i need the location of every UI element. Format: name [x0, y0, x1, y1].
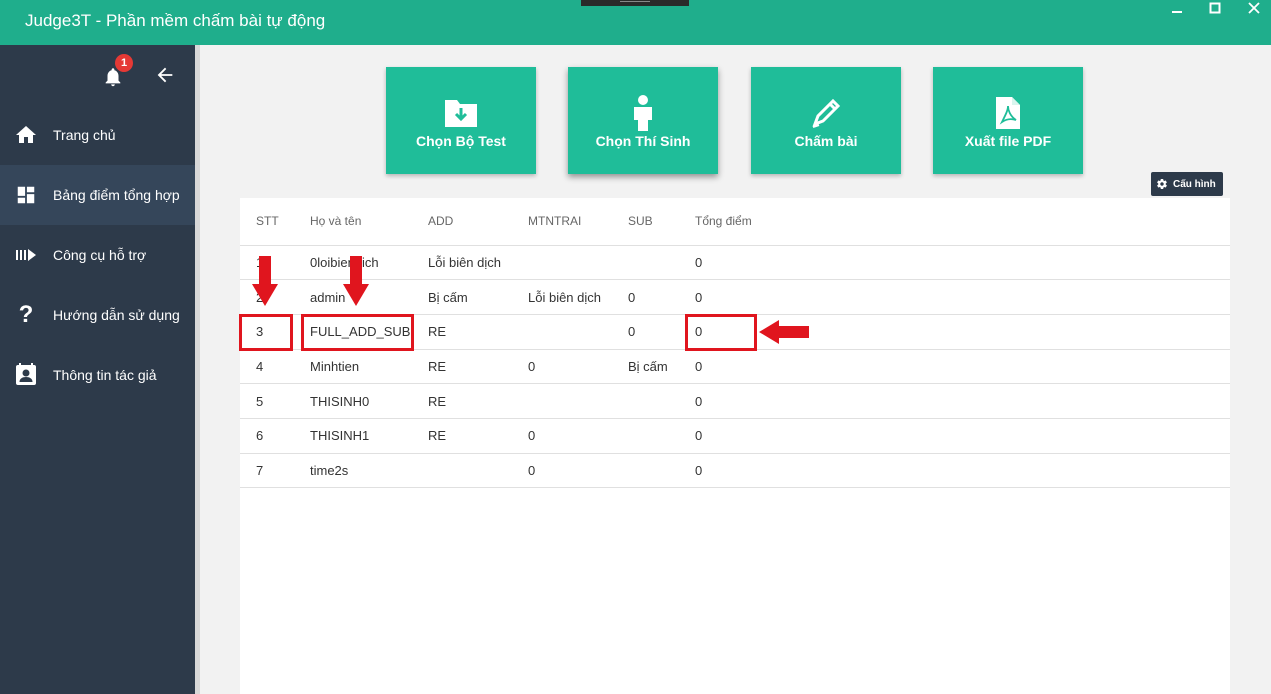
column-header-sub[interactable]: SUB: [628, 198, 695, 246]
sidebar-item-scoreboard[interactable]: Bảng điểm tổng hợp: [0, 165, 195, 225]
select-testset-button[interactable]: Chọn Bộ Test: [386, 67, 536, 174]
cell-total: 0: [695, 245, 1230, 281]
cell-mtntrai: 0: [528, 418, 628, 454]
config-button[interactable]: Cấu hình: [1151, 172, 1223, 196]
export-pdf-label: Xuất file PDF: [964, 133, 1052, 149]
cell-total: 0: [695, 279, 1230, 315]
column-header-stt[interactable]: STT: [240, 198, 310, 246]
cell-stt: 4: [240, 349, 310, 385]
cell-total: 0: [695, 349, 1230, 385]
main-content: Chọn Bộ Test Chọn Thí Sinh Chấm bài Xuất…: [200, 45, 1271, 694]
cell-name: THISINH1: [310, 418, 428, 454]
annotation-down-arrow-icon: [252, 256, 278, 306]
minimize-icon: [1172, 11, 1182, 13]
config-label: Cấu hình: [1173, 178, 1216, 190]
minimize-button[interactable]: [1160, 0, 1194, 16]
annotation-highlight-total: [685, 314, 757, 351]
annotation-left-arrow-icon: [759, 320, 809, 344]
cell-name: THISINH0: [310, 383, 428, 419]
cell-stt: 7: [240, 453, 310, 489]
sidebar-item-tools[interactable]: Công cụ hỗ trợ: [0, 225, 195, 285]
folder-download-icon: [443, 95, 479, 131]
cell-add: RE: [428, 383, 528, 419]
cell-stt: 6: [240, 418, 310, 454]
grade-button[interactable]: Chấm bài: [751, 67, 901, 174]
cell-add: RE: [428, 418, 528, 454]
cell-sub: [628, 418, 695, 454]
column-header-add[interactable]: ADD: [428, 198, 528, 246]
help-icon: ?: [18, 301, 34, 328]
pen-icon: [808, 95, 844, 131]
sidebar-item-guide[interactable]: ? Hướng dẫn sử dụng: [0, 285, 195, 345]
dashboard-icon: [14, 183, 38, 207]
cell-add: Lỗi biên dịch: [428, 245, 528, 281]
select-candidate-button[interactable]: Chọn Thí Sinh: [568, 67, 718, 174]
title-bar: Judge3T - Phần mềm chấm bài tự động: [0, 0, 1271, 45]
cell-name: time2s: [310, 453, 428, 489]
table-row[interactable]: 4 Minhtien RE 0 Bị cấm 0: [240, 349, 1230, 385]
cell-mtntrai: [528, 245, 628, 281]
notification-badge: 1: [115, 54, 133, 72]
cell-mtntrai: 0: [528, 453, 628, 489]
gear-icon: [1157, 179, 1167, 190]
sidebar-item-label: Thông tin tác giả: [53, 367, 157, 383]
table-row[interactable]: 7 time2s 0 0: [240, 453, 1230, 489]
table-row[interactable]: 2 admin Bị cấm Lỗi biên dịch 0 0: [240, 279, 1230, 315]
select-candidate-label: Chọn Thí Sinh: [595, 133, 691, 149]
cell-mtntrai: [528, 383, 628, 419]
cell-mtntrai: Lỗi biên dịch: [528, 279, 628, 315]
cell-add: Bị cấm: [428, 279, 528, 315]
sidebar-item-home[interactable]: Trang chủ: [0, 105, 195, 165]
home-icon: [14, 123, 38, 147]
table-row[interactable]: 6 THISINH1 RE 0 0: [240, 418, 1230, 454]
grade-label: Chấm bài: [794, 133, 858, 149]
cell-name: 0loibiendich: [310, 245, 428, 281]
scoreboard-table: STT Họ và tên ADD MTNTRAI SUB Tổng điểm …: [240, 198, 1230, 694]
cell-add: [428, 453, 528, 489]
column-header-mtntrai[interactable]: MTNTRAI: [528, 198, 628, 246]
back-arrow-icon[interactable]: [154, 64, 176, 86]
column-header-total[interactable]: Tổng điểm: [695, 198, 1230, 246]
cell-sub: [628, 245, 695, 281]
sidebar-item-label: Hướng dẫn sử dụng: [53, 307, 180, 323]
sidebar: 1 Trang chủ Bảng điểm tổng hợp Công cụ h…: [0, 45, 195, 694]
sidebar-item-author[interactable]: Thông tin tác giả: [0, 345, 195, 405]
export-pdf-button[interactable]: Xuất file PDF: [933, 67, 1083, 174]
annotation-highlight-stt: [239, 314, 293, 351]
column-header-name[interactable]: Họ và tên: [310, 198, 428, 246]
table-header-row: STT Họ và tên ADD MTNTRAI SUB Tổng điểm: [240, 198, 1230, 246]
table-row[interactable]: 5 THISINH0 RE 0: [240, 383, 1230, 419]
cell-sub: [628, 453, 695, 489]
cell-total: 0: [695, 418, 1230, 454]
sidebar-item-label: Công cụ hỗ trợ: [53, 247, 147, 263]
sidebar-item-label: Bảng điểm tổng hợp: [53, 187, 180, 203]
annotation-down-arrow-icon: [343, 256, 369, 306]
drag-handle[interactable]: [581, 0, 689, 6]
cell-total: 0: [695, 383, 1230, 419]
close-button[interactable]: [1237, 0, 1271, 16]
table-row[interactable]: 1 0loibiendich Lỗi biên dịch 0: [240, 245, 1230, 281]
cell-sub: [628, 383, 695, 419]
cell-name: Minhtien: [310, 349, 428, 385]
contact-icon: [14, 363, 38, 387]
cell-name: admin: [310, 279, 428, 315]
cell-sub: Bị cấm: [628, 349, 695, 385]
cell-add: RE: [428, 314, 528, 350]
cell-sub: 0: [628, 279, 695, 315]
cell-mtntrai: [528, 314, 628, 350]
tools-icon: [14, 243, 38, 267]
app-title: Judge3T - Phần mềm chấm bài tự động: [25, 11, 326, 30]
maximize-button[interactable]: [1198, 0, 1232, 16]
close-icon: [1248, 2, 1260, 14]
sidebar-item-label: Trang chủ: [53, 127, 116, 143]
select-testset-label: Chọn Bộ Test: [416, 133, 506, 149]
annotation-highlight-name: [301, 314, 414, 351]
maximize-icon: [1209, 2, 1221, 14]
pdf-file-icon: [990, 95, 1026, 131]
person-icon: [625, 95, 661, 131]
cell-mtntrai: 0: [528, 349, 628, 385]
cell-total: 0: [695, 453, 1230, 489]
cell-add: RE: [428, 349, 528, 385]
cell-stt: 5: [240, 383, 310, 419]
